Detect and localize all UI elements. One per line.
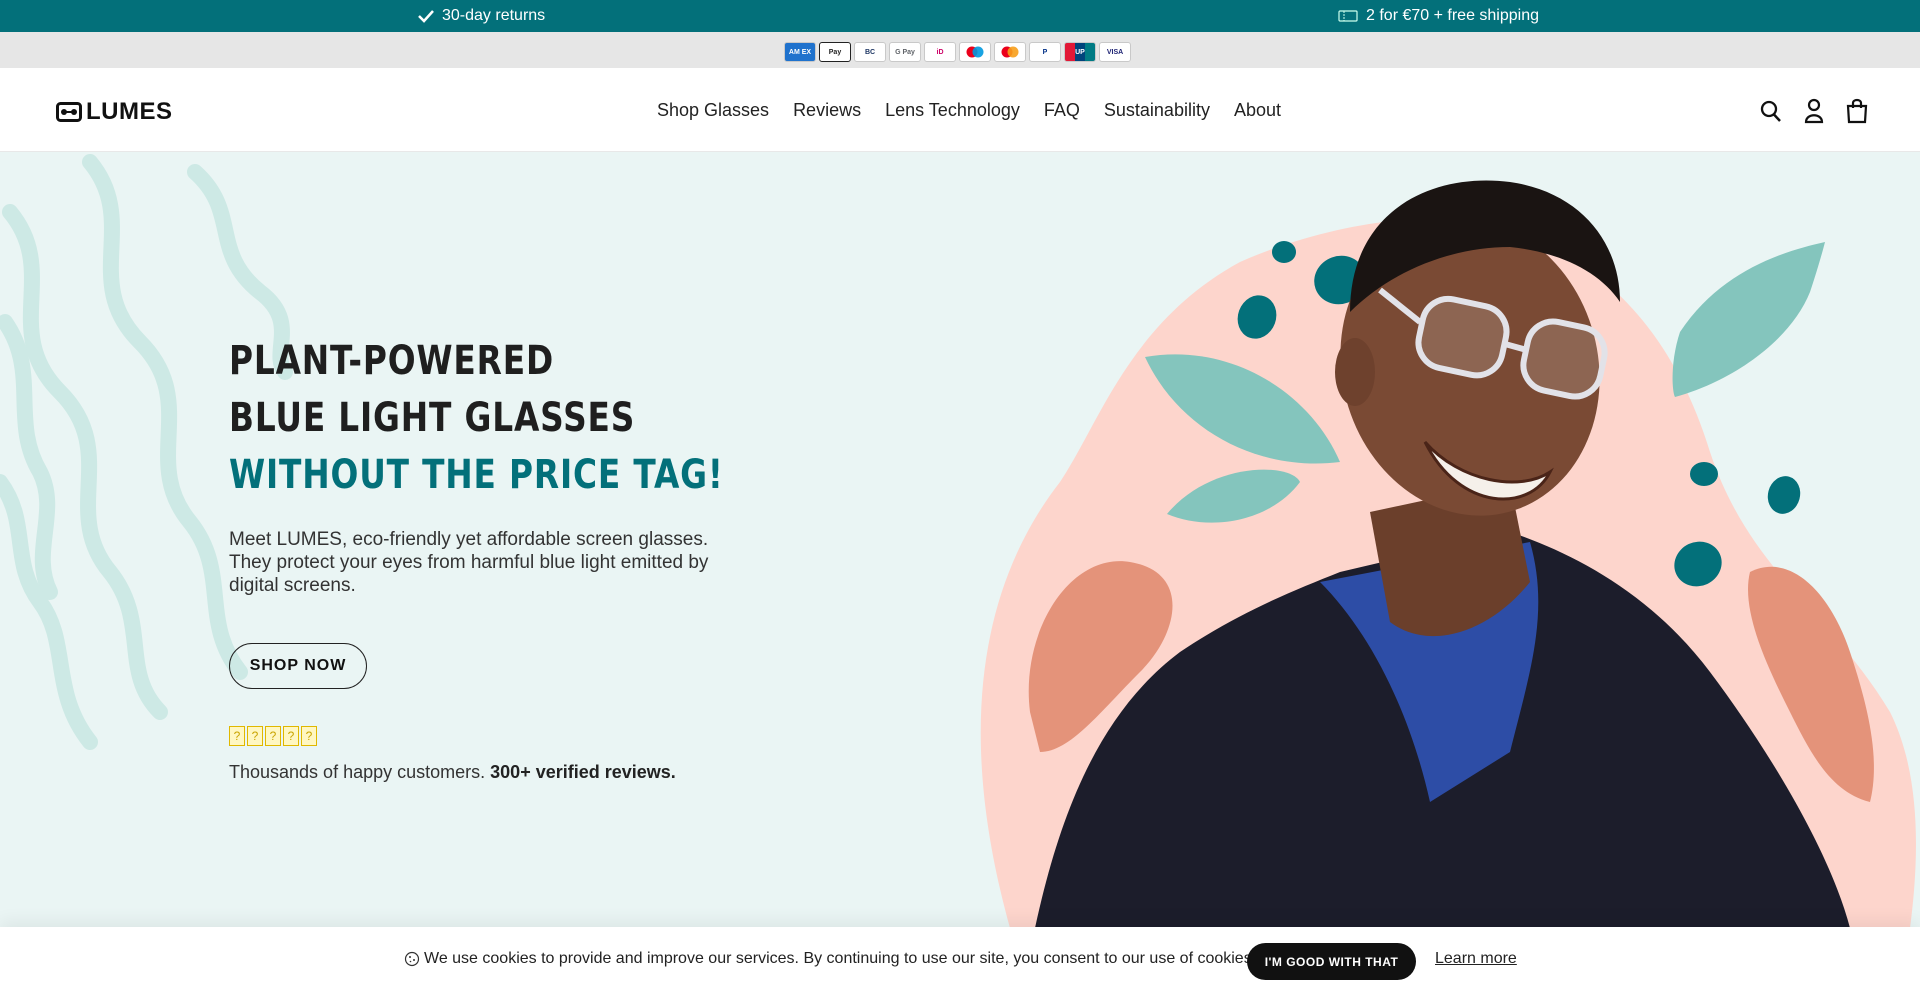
nav-about[interactable]: About (1234, 100, 1281, 121)
nav-reviews[interactable]: Reviews (793, 100, 861, 121)
teal-dot (1767, 476, 1801, 514)
learn-more-link[interactable]: Learn more (1435, 950, 1517, 968)
search-icon[interactable] (1760, 99, 1782, 123)
bancontact-icon: BC (854, 42, 886, 62)
star-icon: ? (247, 726, 263, 746)
cookie-message: We use cookies to provide and improve ou… (404, 950, 1256, 968)
returns-message: 30-day returns (418, 0, 545, 32)
hero-heading-line1: Plant-powered (229, 338, 555, 384)
star-icon: ? (265, 726, 281, 746)
star-icon: ? (301, 726, 317, 746)
maestro-icon (959, 42, 991, 62)
nav-faq[interactable]: FAQ (1044, 100, 1080, 121)
announcement-bar: 30-day returns 2 for €70 + free shipping (0, 0, 1920, 32)
paypal-icon: P (1029, 42, 1061, 62)
unionpay-icon: UP (1064, 42, 1096, 62)
shop-now-button[interactable]: SHOP NOW (229, 643, 367, 689)
nav-lens-technology[interactable]: Lens Technology (885, 100, 1020, 121)
star-icon: ? (283, 726, 299, 746)
teal-dot (1690, 462, 1718, 486)
mastercard-icon (994, 42, 1026, 62)
nav-shop-glasses[interactable]: Shop Glasses (657, 100, 769, 121)
shipping-message: 2 for €70 + free shipping (1338, 0, 1539, 32)
shipping-text: 2 for €70 + free shipping (1366, 7, 1540, 24)
google-pay-icon: G Pay (889, 42, 921, 62)
apple-pay-icon: Pay (819, 42, 851, 62)
accept-cookies-button[interactable]: I'M GOOD WITH THAT (1247, 943, 1416, 980)
hero-heading-line3: without the price tag! (229, 452, 724, 498)
rating-stars: ? ? ? ? ? (229, 726, 317, 746)
visa-icon: VISA (1099, 42, 1131, 62)
teal-dot (1272, 241, 1296, 263)
check-icon (418, 10, 434, 23)
payment-methods-bar: AM EX Pay BC G Pay iD P UP VISA (0, 32, 1920, 68)
reviews-count: 300+ verified reviews. (490, 762, 676, 782)
hero-section: Plant-powered blue light glasses without… (0, 152, 1920, 993)
glasses-logo-icon (56, 102, 82, 122)
header-actions (1760, 98, 1868, 124)
leaf-shape (1672, 242, 1825, 397)
site-header: LUMES Shop Glasses Reviews Lens Technolo… (0, 68, 1920, 152)
ticket-icon (1338, 10, 1358, 22)
account-icon[interactable] (1804, 98, 1824, 124)
ideal-icon: iD (924, 42, 956, 62)
reviews-prefix: Thousands of happy customers. (229, 762, 486, 782)
hero-description: Meet LUMES, eco-friendly yet affordable … (229, 529, 709, 596)
main-nav: Shop Glasses Reviews Lens Technology FAQ… (657, 68, 1281, 152)
model-ear (1335, 338, 1375, 406)
logo[interactable]: LUMES (56, 98, 173, 126)
logo-text: LUMES (86, 98, 173, 125)
amex-icon: AM EX (784, 42, 816, 62)
nav-sustainability[interactable]: Sustainability (1104, 100, 1210, 121)
cart-icon[interactable] (1846, 98, 1868, 124)
cookie-banner: We use cookies to provide and improve ou… (0, 927, 1920, 993)
returns-text: 30-day returns (442, 7, 546, 24)
hero-heading-line2: blue light glasses (229, 395, 636, 441)
reviews-summary: Thousands of happy customers. 300+ verif… (229, 762, 676, 783)
hero-illustration (980, 180, 1916, 928)
star-icon: ? (229, 726, 245, 746)
cookie-text: We use cookies to provide and improve ou… (424, 950, 1257, 967)
cookie-icon (404, 951, 420, 967)
